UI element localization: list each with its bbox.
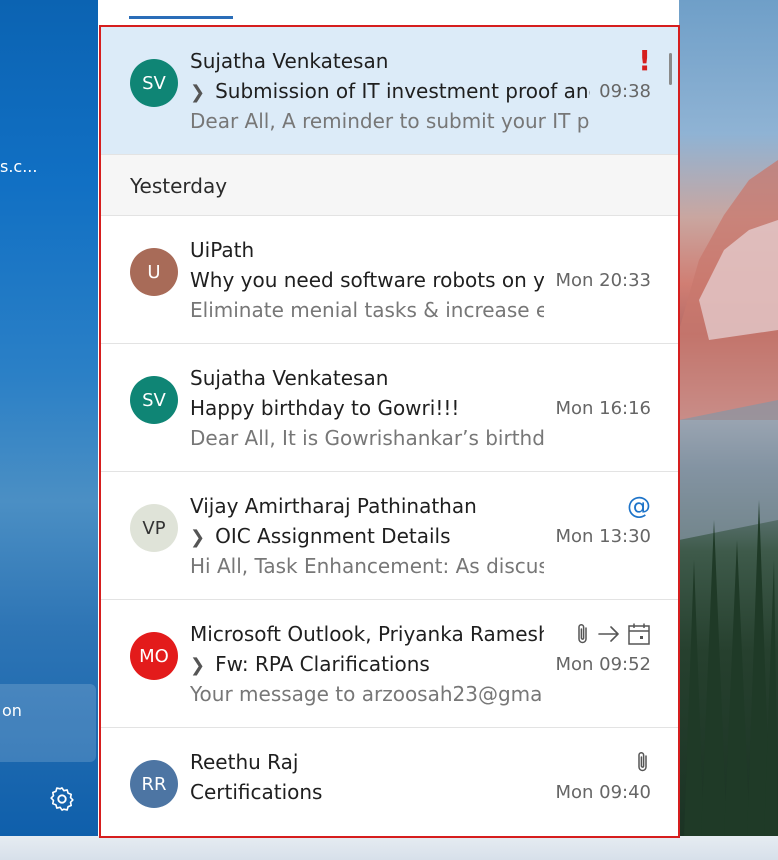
avatar: SV xyxy=(130,376,178,424)
scrollbar-thumb[interactable] xyxy=(669,53,672,85)
message-preview: Dear All, It is Gowrishankar’s birthda xyxy=(190,426,544,450)
avatar: U xyxy=(130,248,178,296)
gear-icon[interactable] xyxy=(48,785,76,813)
message-subject-text: Happy birthday to Gowri!!! xyxy=(190,396,460,420)
message-subject-text: Why you need software robots on y xyxy=(190,268,544,292)
message-time: Mon 09:40 xyxy=(555,782,651,803)
message-row[interactable]: VP Vijay Amirtharaj Pathinathan ❯ OIC Ass… xyxy=(101,472,678,600)
paperclip-icon xyxy=(638,751,647,772)
message-status-icons: @ xyxy=(627,492,651,520)
folder-label-truncated[interactable]: s.c... xyxy=(0,157,37,176)
message-row[interactable]: SV Sujatha Venkatesan Happy birthday to … xyxy=(101,344,678,472)
paperclip-icon xyxy=(578,623,587,644)
message-status-icons: ! xyxy=(638,47,651,75)
chevron-right-icon[interactable]: ❯ xyxy=(190,527,205,548)
message-time: Mon 13:30 xyxy=(555,526,651,547)
avatar-initials: U xyxy=(147,261,161,283)
message-time: Mon 09:52 xyxy=(555,654,651,675)
message-sender: UiPath xyxy=(190,238,255,262)
chevron-right-icon[interactable]: ❯ xyxy=(190,655,205,676)
message-subject: Happy birthday to Gowri!!! xyxy=(190,396,544,420)
message-time: Mon 20:33 xyxy=(555,270,651,291)
message-list-pane: SV Sujatha Venkatesan ❯ Submission of IT … xyxy=(98,0,680,838)
navigation-pane: s.c... on xyxy=(0,0,98,836)
message-subject: Why you need software robots on y xyxy=(190,268,544,292)
taskbar-strip xyxy=(0,836,778,860)
desktop-background xyxy=(679,0,778,836)
message-list: SV Sujatha Venkatesan ❯ Submission of IT … xyxy=(99,25,680,838)
message-preview: Eliminate menial tasks & increase er xyxy=(190,298,544,322)
forward-arrow-icon xyxy=(598,626,619,642)
important-icon: ! xyxy=(638,44,651,77)
avatar-initials: RR xyxy=(141,773,167,795)
mention-icon: @ xyxy=(627,492,651,520)
nav-selected-item-label: on xyxy=(2,701,22,720)
date-group-header: Yesterday xyxy=(101,155,678,216)
avatar-initials: SV xyxy=(142,72,166,94)
chevron-right-icon[interactable]: ❯ xyxy=(190,82,205,103)
message-subject-text: OIC Assignment Details xyxy=(215,524,451,548)
message-subject-text: Submission of IT investment proof and xyxy=(215,79,590,103)
message-row[interactable]: MO Microsoft Outlook, Priyanka Ramesh ❯ F… xyxy=(101,600,678,728)
message-sender: Sujatha Venkatesan xyxy=(190,49,389,73)
message-sender: Vijay Amirtharaj Pathinathan xyxy=(190,494,477,518)
nav-selected-item[interactable]: on xyxy=(0,684,96,762)
avatar: RR xyxy=(130,760,178,808)
message-sender: Microsoft Outlook, Priyanka Ramesh xyxy=(190,622,544,646)
message-subject: ❯ OIC Assignment Details xyxy=(190,524,544,548)
message-row[interactable]: RR Reethu Raj Certifications Mon 09:40 xyxy=(101,728,678,836)
calendar-icon xyxy=(628,623,650,645)
date-group-label: Yesterday xyxy=(130,174,228,198)
focused-tab-indicator[interactable] xyxy=(129,16,233,19)
avatar-initials: MO xyxy=(139,645,169,667)
message-row[interactable]: U UiPath Why you need software robots on… xyxy=(101,216,678,344)
avatar: MO xyxy=(130,632,178,680)
avatar-initials: SV xyxy=(142,389,166,411)
message-row[interactable]: SV Sujatha Venkatesan ❯ Submission of IT … xyxy=(101,27,678,155)
avatar: SV xyxy=(130,59,178,107)
message-preview: Your message to arzoosah23@gmai xyxy=(190,682,544,706)
message-subject: ❯ Submission of IT investment proof and xyxy=(190,79,590,103)
message-subject: Certifications xyxy=(190,780,544,804)
avatar: VP xyxy=(130,504,178,552)
message-subject-text: Fw: RPA Clarifications xyxy=(215,652,430,676)
message-preview: Dear All, A reminder to submit your IT p… xyxy=(190,109,590,133)
message-sender: Reethu Raj xyxy=(190,750,299,774)
message-status-icons xyxy=(635,748,651,776)
message-preview: Hi All, Task Enhancement: As discuss xyxy=(190,554,544,578)
avatar-initials: VP xyxy=(142,517,166,539)
message-sender: Sujatha Venkatesan xyxy=(190,366,389,390)
message-status-icons xyxy=(575,620,651,648)
message-subject: ❯ Fw: RPA Clarifications xyxy=(190,652,544,676)
message-subject-text: Certifications xyxy=(190,780,323,804)
message-time: 09:38 xyxy=(599,81,651,102)
message-time: Mon 16:16 xyxy=(555,398,651,419)
